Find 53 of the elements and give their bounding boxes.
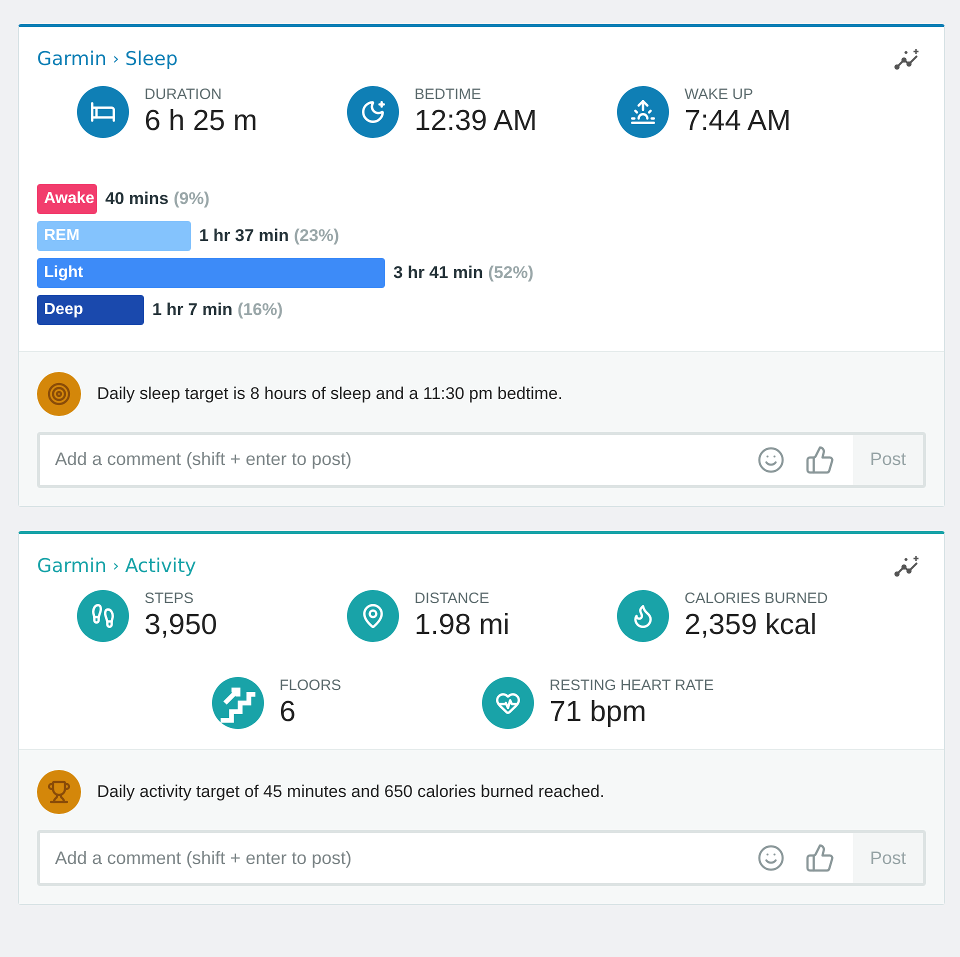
flame-icon <box>616 590 668 642</box>
metric-value: 1.98 mi <box>414 608 510 642</box>
stage-percent: (16%) <box>238 298 283 321</box>
metric-value: 2,359 kcal <box>684 608 818 642</box>
heart-pulse-icon <box>482 677 534 729</box>
metric-label: DURATION <box>144 86 223 104</box>
stage-bar: Deep <box>37 294 144 324</box>
goal-text: Daily sleep target is 8 hours of sleep and a 11:30 pm bedtime. <box>97 382 563 405</box>
stage-bar: Awake <box>37 184 98 214</box>
stage-bar: Light <box>37 258 386 288</box>
card-title: Activity <box>125 554 196 578</box>
like-icon[interactable] <box>804 843 835 873</box>
stage-duration: 40 mins <box>105 188 169 210</box>
goal-text: Daily activity target of 45 minutes and 650 calories burned reached. <box>97 781 604 804</box>
like-icon[interactable] <box>804 444 835 474</box>
source-link[interactable]: Garmin <box>37 45 107 74</box>
metric-label: WAKE UP <box>684 86 754 104</box>
metric-value: 3,950 <box>144 608 218 642</box>
stage-duration: 1 hr 37 min <box>199 224 289 247</box>
emoji-icon[interactable] <box>756 446 785 474</box>
stage-percent: (52%) <box>488 262 534 284</box>
post-button[interactable]: Post <box>852 434 923 484</box>
metric-label: RESTING HEART RATE <box>550 677 714 695</box>
comment-input[interactable]: Add a comment (shift + enter to post) <box>40 434 757 484</box>
metric-label: CALORIES BURNED <box>684 590 828 608</box>
metric-value: 71 bpm <box>550 695 648 729</box>
comment-field[interactable]: Add a comment (shift + enter to post) Post <box>37 830 926 886</box>
stage-duration: 1 hr 7 min <box>152 298 232 321</box>
stage-percent: (9%) <box>174 188 210 210</box>
metric-value: 12:39 AM <box>414 104 538 138</box>
stairs-icon <box>212 677 264 729</box>
post-button[interactable]: Post <box>852 833 923 883</box>
metric-value: 6 <box>280 695 297 729</box>
metric-label: STEPS <box>144 590 195 608</box>
stage-duration: 3 hr 41 min <box>393 262 484 284</box>
comment-field[interactable]: Add a comment (shift + enter to post) Post <box>37 432 926 488</box>
breadcrumb-separator: › <box>112 48 120 70</box>
map-pin-icon <box>346 590 398 642</box>
stage-bar: REM <box>37 220 192 250</box>
target-icon <box>37 372 81 416</box>
card-title: Sleep <box>125 47 178 72</box>
metric-label: FLOORS <box>280 677 342 695</box>
metric-value: 6 h 25 m <box>144 104 258 138</box>
breadcrumb-separator: › <box>112 554 120 577</box>
metric-label: DISTANCE <box>414 590 490 608</box>
comment-input[interactable]: Add a comment (shift + enter to post) <box>40 833 757 883</box>
trophy-icon <box>37 770 81 814</box>
metric-label: BEDTIME <box>414 86 482 104</box>
footprints-icon <box>76 590 128 642</box>
source-link[interactable]: Garmin <box>37 552 107 580</box>
stage-percent: (23%) <box>294 224 340 247</box>
metric-value: 7:44 AM <box>684 104 791 138</box>
emoji-icon[interactable] <box>756 844 785 872</box>
